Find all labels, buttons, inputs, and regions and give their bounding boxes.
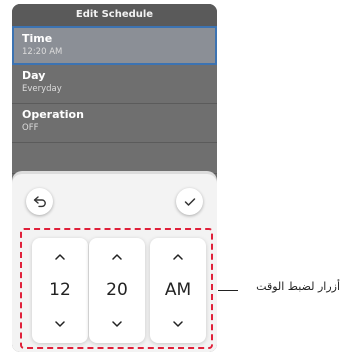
menu-item-label: Operation xyxy=(22,108,84,121)
check-icon xyxy=(184,197,195,206)
menu-item-label: Time xyxy=(22,32,53,45)
time-buttons-highlight xyxy=(20,228,213,349)
menu-item-operation[interactable]: Operation OFF xyxy=(12,104,217,143)
menu-item-value: Everyday xyxy=(22,84,62,94)
menu-item-day[interactable]: Day Everyday xyxy=(12,65,217,104)
menu-spacer xyxy=(12,143,217,174)
annotation-label: أزرار لضبط الوقت xyxy=(256,280,340,293)
menu-item-value: OFF xyxy=(22,123,39,133)
back-arrow-icon xyxy=(33,195,46,207)
menu-item-label: Day xyxy=(22,69,46,82)
menu-item-value: 12:20 AM xyxy=(22,47,63,57)
screen-title: Edit Schedule xyxy=(12,4,217,26)
annotation-leader-line xyxy=(218,290,238,291)
menu-item-time[interactable]: Time 12:20 AM xyxy=(12,26,217,65)
back-button[interactable] xyxy=(26,188,53,215)
confirm-button[interactable] xyxy=(176,188,203,215)
